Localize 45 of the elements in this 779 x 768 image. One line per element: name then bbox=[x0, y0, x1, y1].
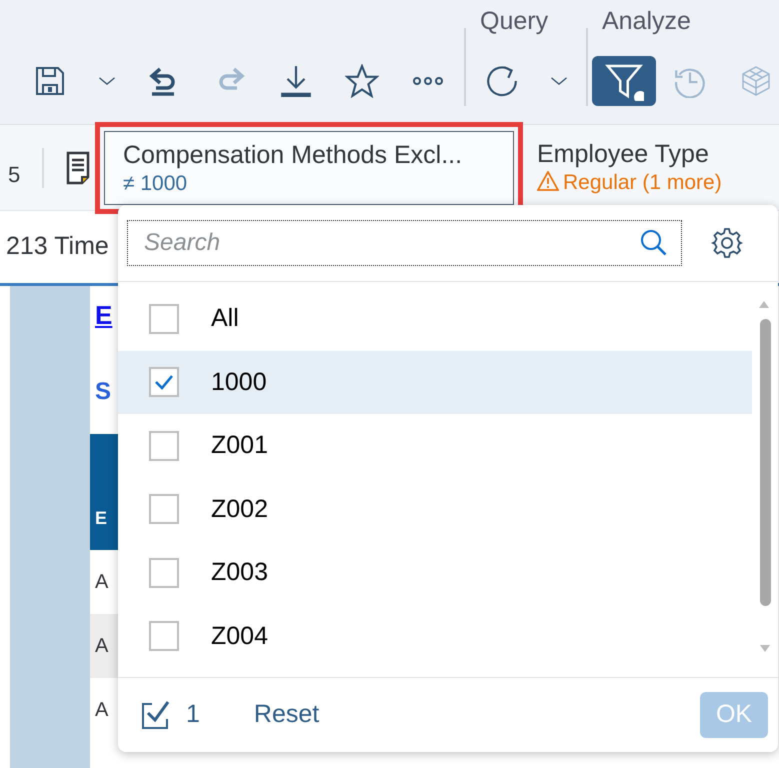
checkbox[interactable] bbox=[149, 367, 179, 398]
table-header: E bbox=[90, 434, 118, 550]
checkbox[interactable] bbox=[149, 558, 179, 588]
section-title: S bbox=[94, 377, 112, 407]
selected-count: 1 bbox=[186, 699, 200, 730]
reset-button[interactable]: Reset bbox=[246, 696, 328, 734]
download-icon bbox=[279, 64, 313, 98]
more-icon bbox=[411, 75, 445, 87]
checkbox[interactable] bbox=[149, 430, 179, 461]
list-item[interactable]: Z001 bbox=[118, 414, 752, 478]
list-item[interactable]: 1000 bbox=[118, 350, 752, 414]
cube-icon bbox=[740, 65, 772, 97]
check-icon bbox=[154, 374, 174, 390]
settings-icon bbox=[711, 227, 743, 259]
warning-icon bbox=[537, 170, 559, 191]
table-cell: A bbox=[90, 614, 118, 678]
tab-label[interactable]: 213 Time bbox=[0, 228, 109, 266]
list-item[interactable]: Z004 bbox=[118, 604, 752, 668]
checkbox[interactable] bbox=[149, 304, 179, 334]
scroll-down-icon bbox=[758, 644, 772, 654]
table-cell-text: A bbox=[94, 698, 110, 723]
filter-tile[interactable]: Employee Type Regular (1 more) bbox=[519, 130, 740, 204]
selected-count-icon bbox=[140, 699, 172, 731]
star-icon bbox=[345, 64, 379, 98]
search-icon bbox=[640, 229, 668, 257]
scroll-up-icon bbox=[757, 298, 771, 309]
filter-value: 5 bbox=[0, 148, 44, 188]
list-item[interactable]: Z002 bbox=[118, 478, 752, 541]
list-item[interactable]: All bbox=[118, 287, 752, 350]
list-item[interactable]: Z003 bbox=[118, 541, 752, 604]
search-field[interactable]: Search bbox=[127, 220, 682, 266]
table-cell-text: A bbox=[94, 570, 110, 595]
document-icon bbox=[66, 150, 90, 184]
filter-value: Regular (1 more) bbox=[563, 170, 722, 194]
checkbox[interactable] bbox=[149, 494, 179, 524]
checkbox[interactable] bbox=[149, 621, 179, 652]
filter-title: Employee Type bbox=[537, 138, 710, 170]
report-link[interactable]: E bbox=[90, 286, 118, 350]
filter-button[interactable] bbox=[592, 56, 656, 106]
filter-value: ≠ 1000 bbox=[123, 170, 188, 197]
group-label: Analyze bbox=[602, 8, 692, 34]
group-label: Query bbox=[480, 8, 550, 34]
refresh-icon bbox=[485, 64, 519, 98]
save-icon bbox=[34, 65, 66, 97]
filter-title: Compensation Methods Excl... bbox=[123, 140, 464, 170]
